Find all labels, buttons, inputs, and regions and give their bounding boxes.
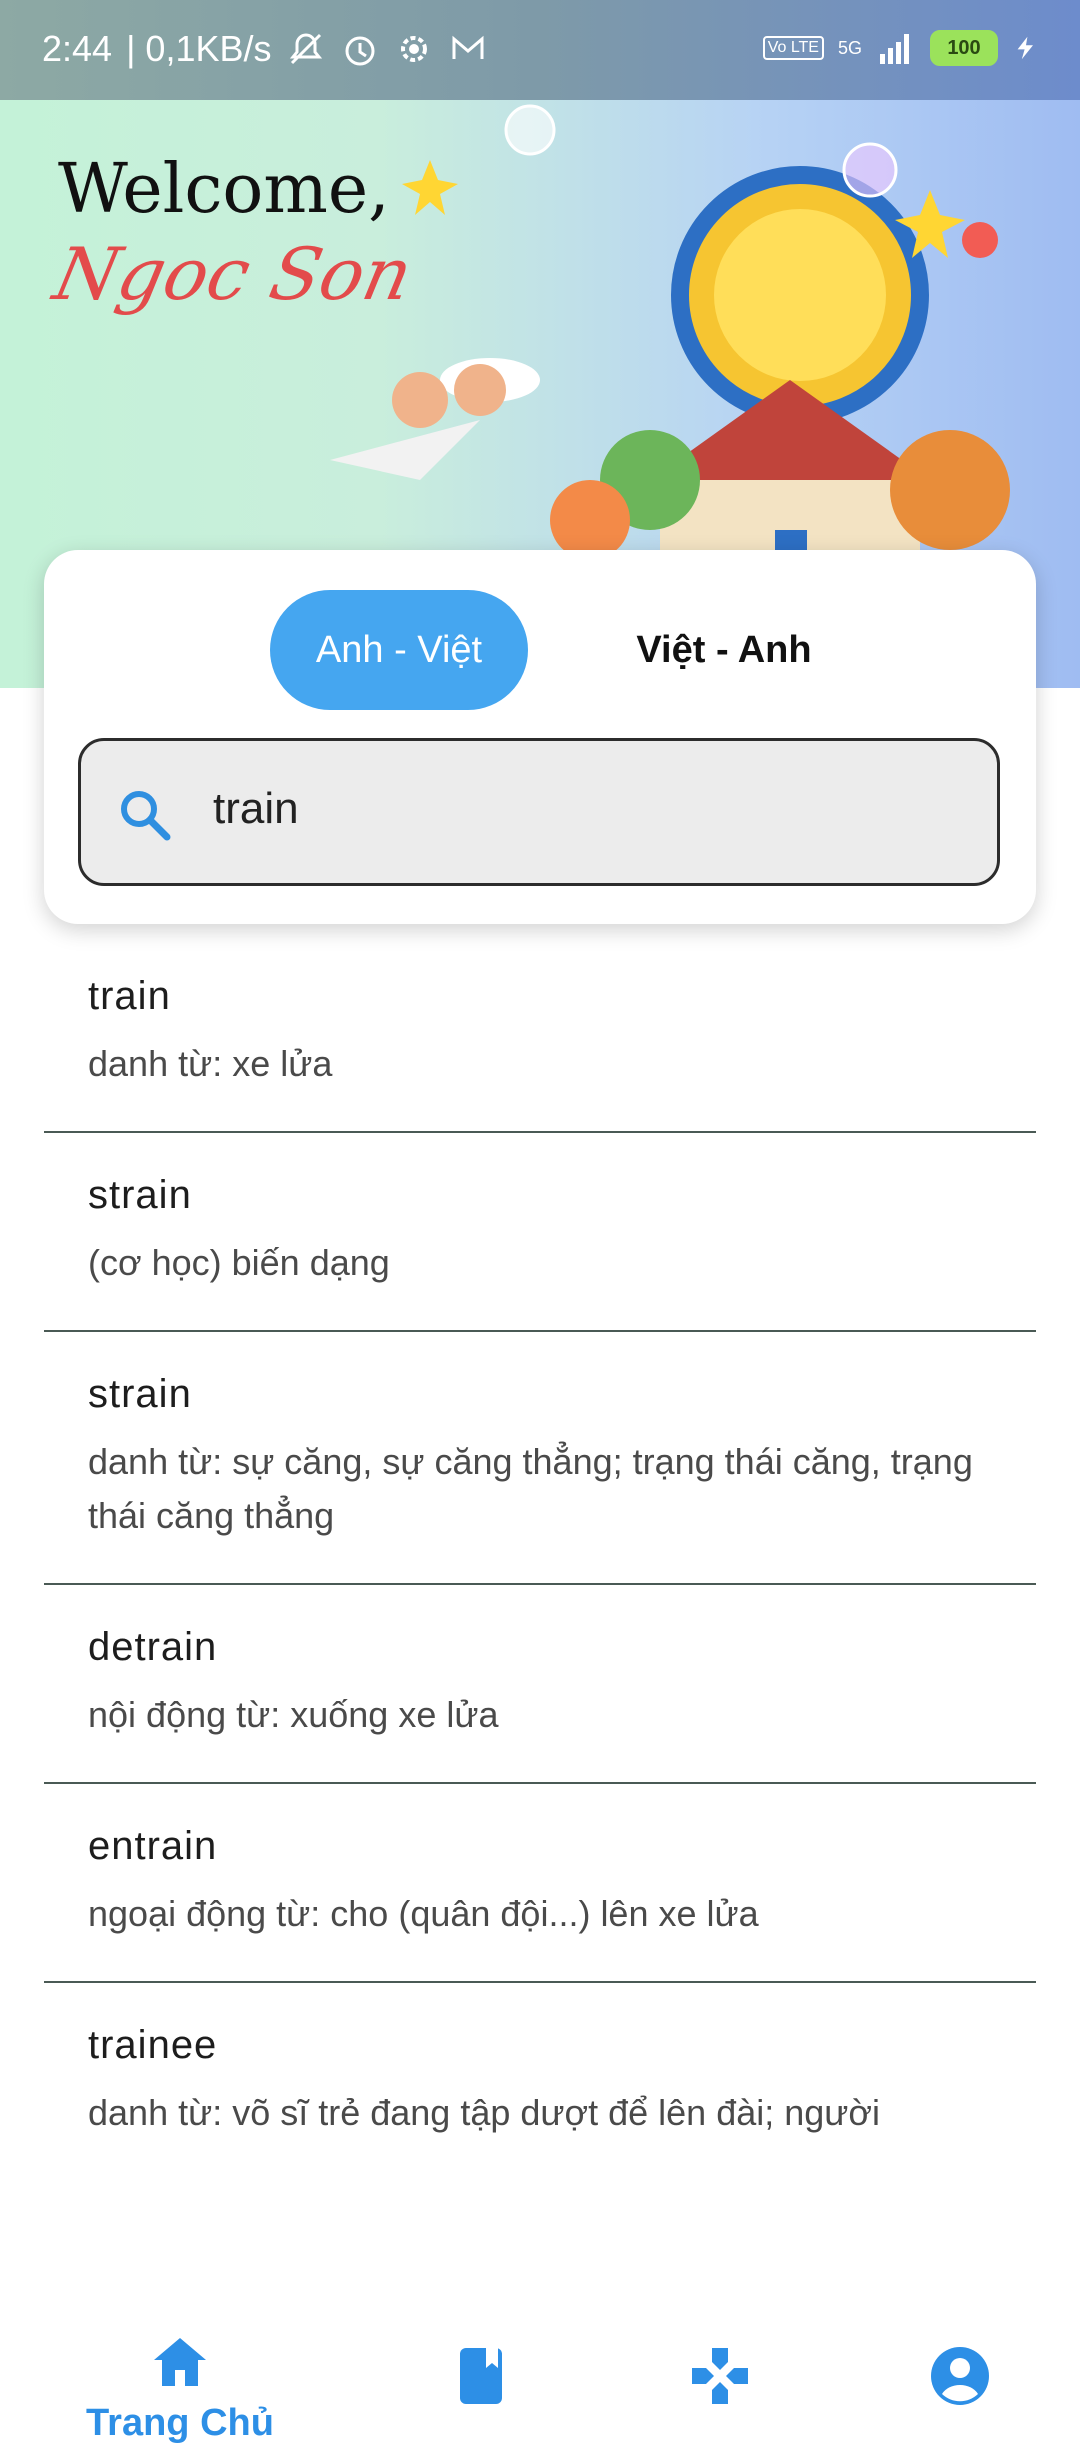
mute-icon — [289, 33, 322, 65]
charging-icon — [1017, 36, 1033, 60]
nav-account[interactable] — [825, 2300, 1080, 2460]
list-item[interactable]: entrain ngoại động từ: cho (quân đội...)… — [44, 1784, 1036, 1983]
account-icon[interactable] — [928, 2344, 992, 2408]
gmail-icon — [452, 35, 484, 59]
result-word: entrain — [88, 1824, 218, 1868]
volte-badge: Vo LTE — [762, 36, 824, 60]
result-meaning: danh từ: sự căng, sự căng thẳng; trạng t… — [88, 1441, 973, 1536]
nav-games[interactable] — [585, 2300, 855, 2460]
status-time: 2:44 — [42, 28, 113, 69]
book-icon[interactable] — [448, 2344, 512, 2408]
nav-dictionary[interactable] — [345, 2300, 615, 2460]
nav-home-label: Trang Chủ — [86, 2402, 274, 2444]
bottom-navigation: Trang Chủ — [0, 2300, 1080, 2460]
network-type: 5G — [837, 37, 862, 58]
results-list: train danh từ: xe lửa strain (cơ học) bi… — [44, 930, 1036, 2300]
result-word: detrain — [88, 1625, 218, 1669]
list-item[interactable]: detrain nội động từ: xuống xe lửa — [44, 1585, 1036, 1784]
settings-icon — [400, 36, 427, 62]
result-meaning: ngoại động từ: cho (quân đội...) lên xe … — [88, 1893, 759, 1934]
nav-home[interactable]: Trang Chủ — [45, 2300, 315, 2460]
signal-icon — [880, 34, 909, 64]
username: Ngoc Son — [47, 232, 420, 316]
list-item[interactable]: trainee danh từ: võ sĩ trẻ đang tập dượt… — [44, 1983, 1036, 2180]
battery-indicator: 100 — [930, 30, 998, 66]
welcome-heading: Welcome, — [58, 150, 390, 229]
search-card: Anh - Việt Việt - Anh — [44, 550, 1036, 924]
list-item[interactable]: train danh từ: xe lửa — [44, 930, 1036, 1133]
result-meaning: (cơ học) biến dạng — [88, 1242, 390, 1283]
result-meaning: danh từ: xe lửa — [88, 1043, 333, 1084]
status-bar: 2:44 | 0,1KB/s Vo LTE 5G 100 — [0, 0, 1080, 100]
alarm-icon — [345, 36, 375, 66]
result-word: strain — [88, 1372, 192, 1416]
search-box[interactable] — [78, 738, 1000, 886]
search-input[interactable] — [211, 783, 975, 835]
list-item[interactable]: strain danh từ: sự căng, sự căng thẳng; … — [44, 1332, 1036, 1585]
result-word: strain — [88, 1173, 192, 1217]
gamepad-icon[interactable] — [688, 2344, 752, 2408]
home-icon[interactable] — [148, 2330, 212, 2394]
list-item[interactable]: strain (cơ học) biến dạng — [44, 1133, 1036, 1332]
tab-viet-anh[interactable]: Việt - Anh — [554, 590, 894, 710]
tab-anh-viet[interactable]: Anh - Việt — [270, 590, 528, 710]
result-meaning: danh từ: võ sĩ trẻ đang tập dượt để lên … — [88, 2092, 880, 2133]
result-word: train — [88, 974, 171, 1018]
result-meaning: nội động từ: xuống xe lửa — [88, 1694, 499, 1735]
result-word: trainee — [88, 2023, 218, 2067]
status-network-speed: | 0,1KB/s — [126, 28, 272, 69]
search-icon[interactable] — [115, 785, 175, 845]
